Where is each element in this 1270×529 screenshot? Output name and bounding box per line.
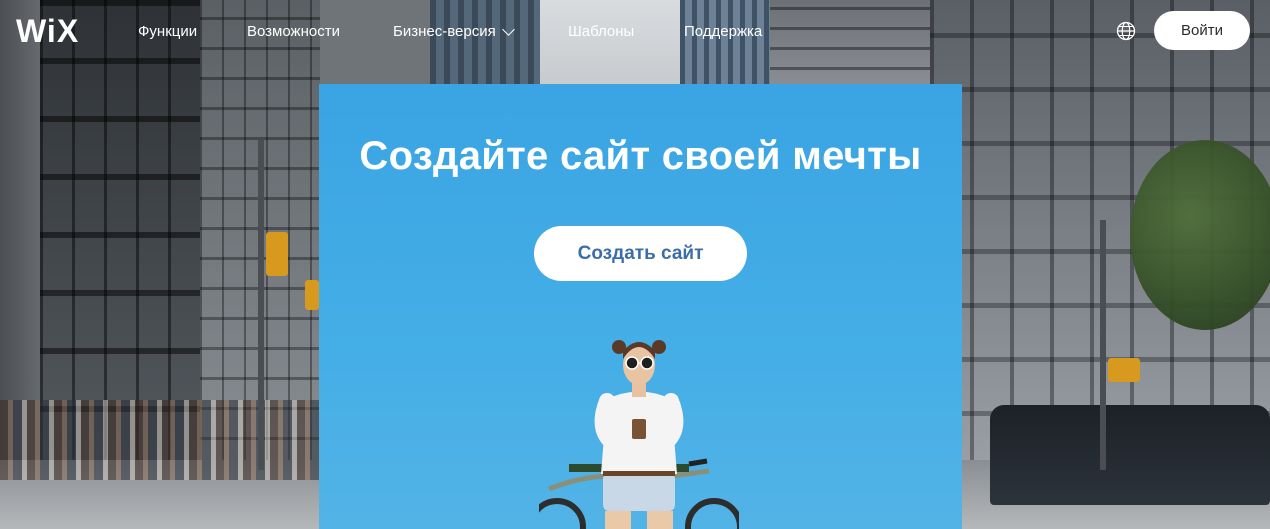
parked-cars: [990, 405, 1270, 505]
hero-banner: Создайте сайт своей мечты Создать сайт: [319, 84, 962, 529]
pedestrians: [0, 400, 320, 480]
hero-title: Создайте сайт своей мечты: [359, 134, 922, 178]
traffic-light: [1108, 358, 1140, 382]
wix-logo[interactable]: WiX: [16, 13, 79, 50]
login-button[interactable]: Войти: [1154, 11, 1250, 50]
nav-link-features[interactable]: Функции: [138, 23, 197, 40]
traffic-light: [305, 280, 319, 310]
tree: [1130, 140, 1270, 330]
woman-with-bicycle-photo: [539, 340, 739, 529]
nav-link-business-label: Бизнес-версия: [393, 23, 496, 40]
create-site-button[interactable]: Создать сайт: [534, 226, 747, 281]
nav-link-templates[interactable]: Шаблоны: [568, 23, 634, 40]
globe-icon[interactable]: [1116, 21, 1136, 41]
traffic-light: [266, 232, 288, 276]
street-pole: [1100, 220, 1106, 470]
top-navigation: WiX Функции Возможности Бизнес-версия Ша…: [0, 0, 1270, 64]
chevron-down-icon: [501, 22, 515, 36]
nav-link-capabilities[interactable]: Возможности: [247, 23, 340, 40]
nav-link-business[interactable]: Бизнес-версия: [393, 22, 515, 40]
street-pole: [258, 140, 264, 470]
nav-link-support[interactable]: Поддержка: [684, 23, 762, 40]
